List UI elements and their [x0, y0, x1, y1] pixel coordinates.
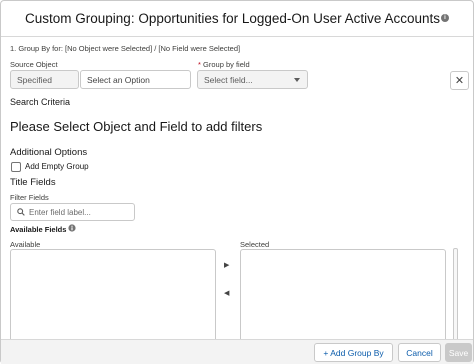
- cancel-button[interactable]: Cancel: [398, 343, 441, 362]
- modal-title: Custom Grouping: Opportunities for Logge…: [25, 11, 440, 26]
- search-criteria-heading: Search Criteria: [10, 97, 71, 107]
- add-empty-group-label: Add Empty Group: [25, 162, 89, 171]
- title-fields-heading: Title Fields: [10, 177, 56, 188]
- additional-options-heading: Additional Options: [10, 147, 88, 158]
- move-left-icon: ◀: [224, 290, 230, 297]
- save-button[interactable]: Save: [445, 343, 472, 362]
- filter-fields-placeholder: Enter field label...: [29, 207, 91, 217]
- move-right-button[interactable]: ▶: [224, 261, 229, 269]
- info-icon[interactable]: [68, 224, 76, 232]
- selected-fields-listbox[interactable]: [240, 249, 446, 343]
- close-icon: ✕: [454, 75, 465, 87]
- source-object-select[interactable]: Select an Option: [80, 70, 191, 89]
- group-by-field-label: Group by field: [203, 60, 250, 69]
- info-icon[interactable]: i: [440, 13, 449, 22]
- add-group-by-button[interactable]: + Add Group By: [314, 343, 393, 362]
- available-label: Available: [10, 240, 41, 249]
- group-by-field-placeholder: Select field...: [204, 74, 253, 85]
- filter-fields-input[interactable]: Enter field label...: [10, 203, 135, 221]
- custom-grouping-modal: Custom Grouping: Opportunities for Logge…: [0, 0, 474, 364]
- chevron-down-icon: [294, 78, 300, 82]
- add-empty-group-checkbox[interactable]: [11, 162, 21, 172]
- remove-group-button[interactable]: ✕: [450, 71, 469, 90]
- source-object-placeholder: Select an Option: [87, 74, 150, 85]
- source-object-type-select[interactable]: Specified: [10, 70, 79, 89]
- selected-label: Selected: [240, 240, 270, 249]
- source-object-label: Source Object: [10, 60, 58, 69]
- group-by-field-select[interactable]: Select field...: [197, 70, 308, 89]
- search-criteria-message: Please Select Object and Field to add fi…: [10, 119, 263, 134]
- move-right-icon: ▶: [224, 262, 230, 269]
- available-fields-listbox[interactable]: [10, 249, 216, 343]
- group-by-heading: 1. Group By for: [No Object were Selecte…: [10, 44, 241, 53]
- modal-header: Custom Grouping: Opportunities for Logge…: [1, 1, 473, 37]
- required-marker: *: [198, 60, 201, 69]
- scrollbar[interactable]: [453, 248, 458, 343]
- modal-footer: + Add Group By Cancel Save: [1, 339, 473, 364]
- group-by-field-label-wrap: * Group by field: [198, 60, 250, 69]
- available-fields-label: Available Fields: [10, 225, 67, 234]
- filter-fields-label: Filter Fields: [10, 193, 49, 202]
- search-icon: [17, 208, 25, 216]
- source-object-type-value: Specified: [17, 74, 52, 85]
- move-left-button[interactable]: ◀: [224, 289, 229, 297]
